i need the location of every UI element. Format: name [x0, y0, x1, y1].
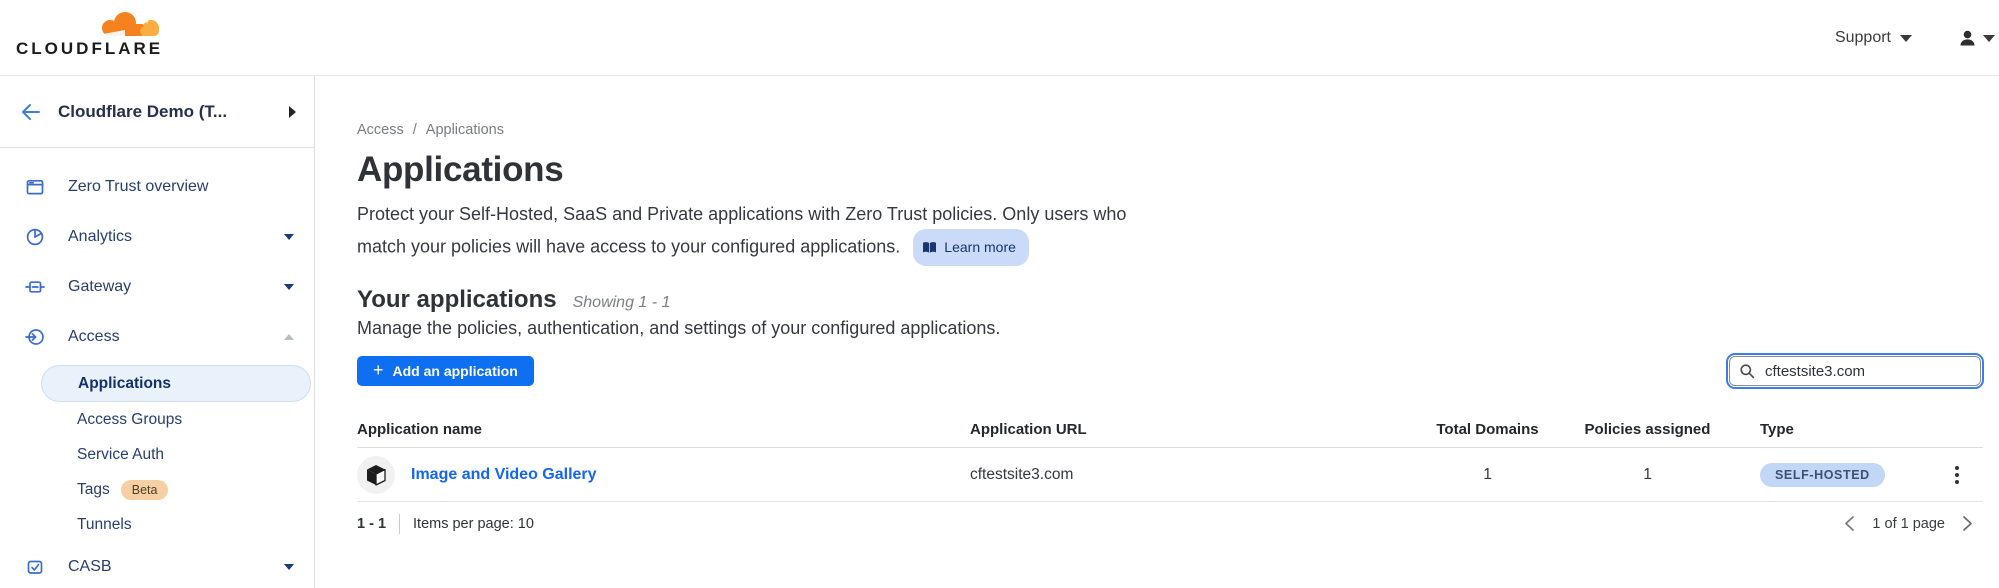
sidebar-item-label: Service Auth	[77, 446, 164, 464]
learn-more-label: Learn more	[944, 232, 1016, 262]
sidebar-item-access-groups[interactable]: Access Groups	[0, 402, 314, 437]
column-application-name: Application name	[357, 421, 970, 438]
sidebar-item-label: Applications	[78, 375, 171, 393]
account-name: Cloudflare Demo (T...	[58, 102, 289, 122]
add-application-label: Add an application	[393, 363, 518, 379]
sidebar-nav: Zero Trust overview Analytics Gateway	[0, 148, 314, 588]
sidebar-item-label: Access Groups	[77, 411, 182, 429]
items-per-page: Items per page: 10	[413, 516, 534, 532]
application-name-link[interactable]: Image and Video Gallery	[411, 466, 597, 484]
support-menu[interactable]: Support	[1835, 29, 1912, 47]
footer-divider	[399, 514, 400, 534]
description-line-2: match your policies will have access to …	[357, 236, 900, 256]
sidebar-item-casb[interactable]: CASB	[0, 542, 314, 588]
support-label: Support	[1835, 29, 1891, 47]
gateway-icon	[25, 277, 45, 297]
sidebar: Cloudflare Demo (T... Zero Trust overvie…	[0, 76, 315, 588]
plus-icon: +	[373, 361, 384, 379]
chevron-right-icon	[1962, 515, 1973, 532]
sidebar-item-tunnels[interactable]: Tunnels	[0, 507, 314, 542]
casb-icon	[25, 557, 45, 577]
section-subtext: Manage the policies, authentication, and…	[357, 318, 1983, 339]
back-arrow-icon[interactable]	[20, 101, 42, 123]
policies-assigned-cell: 1	[1545, 466, 1750, 484]
items-range: 1 - 1	[357, 516, 386, 532]
account-expand-icon[interactable]	[289, 106, 296, 118]
next-page-button[interactable]	[1960, 513, 1975, 534]
search-container	[1729, 356, 1981, 386]
sidebar-item-label: Zero Trust overview	[68, 178, 294, 196]
cloudflare-logo[interactable]: CLOUDFLARE	[16, 9, 163, 59]
breadcrumb-applications[interactable]: Applications	[426, 122, 504, 138]
table-row: Image and Video Gallery cftestsite3.com …	[357, 448, 1983, 502]
topbar: CLOUDFLARE Support	[0, 0, 1999, 76]
search-icon	[1739, 363, 1755, 379]
previous-page-button[interactable]	[1842, 513, 1857, 534]
column-total-domains: Total Domains	[1430, 421, 1545, 438]
type-badge: SELF-HOSTED	[1760, 463, 1885, 487]
section-heading: Your applications	[357, 286, 557, 314]
app-cube-icon	[366, 464, 386, 486]
chevron-down-icon	[284, 564, 294, 570]
sidebar-item-access[interactable]: Access	[0, 312, 314, 362]
breadcrumb-separator: /	[413, 122, 417, 138]
breadcrumb-access[interactable]: Access	[357, 122, 404, 138]
cloudflare-cloud-icon	[95, 9, 163, 37]
chevron-down-icon	[1983, 35, 1995, 42]
brand-wordmark: CLOUDFLARE	[16, 39, 163, 59]
page-indicator: 1 of 1 page	[1872, 516, 1945, 532]
analytics-icon	[25, 227, 45, 247]
applications-table: Application name Application URL Total D…	[357, 412, 1983, 534]
application-avatar	[357, 456, 395, 494]
application-url-cell: cftestsite3.com	[970, 466, 1430, 484]
breadcrumb: Access / Applications	[357, 122, 1983, 138]
column-application-url: Application URL	[970, 421, 1430, 438]
user-icon	[1958, 29, 1977, 48]
page-description: Protect your Self-Hosted, SaaS and Priva…	[357, 199, 1983, 266]
table-footer: 1 - 1 Items per page: 10 1 of 1 page	[357, 513, 1983, 534]
total-domains-cell: 1	[1430, 466, 1545, 484]
sidebar-item-label: Tunnels	[77, 516, 132, 534]
column-type: Type	[1750, 421, 1920, 438]
showing-count: Showing 1 - 1	[573, 294, 671, 312]
description-line-1: Protect your Self-Hosted, SaaS and Priva…	[357, 204, 1126, 224]
beta-badge: Beta	[121, 480, 169, 500]
app-window: CLOUDFLARE Support Cloudflare Demo (T...	[0, 0, 1999, 588]
main-content: Access / Applications Applications Prote…	[315, 76, 1999, 588]
chevron-down-icon	[1900, 35, 1912, 42]
sidebar-item-zero-trust-overview[interactable]: Zero Trust overview	[0, 162, 314, 212]
chevron-up-icon	[284, 334, 294, 340]
sidebar-item-gateway[interactable]: Gateway	[0, 262, 314, 312]
overview-icon	[25, 177, 45, 197]
page-title: Applications	[357, 150, 1983, 190]
sidebar-item-tags[interactable]: Tags Beta	[0, 472, 314, 507]
book-icon	[922, 241, 937, 254]
user-menu[interactable]	[1958, 29, 1995, 48]
sidebar-item-label: Analytics	[68, 228, 284, 246]
sidebar-item-label: Access	[68, 328, 284, 346]
sidebar-item-label: CASB	[68, 558, 284, 576]
chevron-left-icon	[1844, 515, 1855, 532]
toolbar: + Add an application	[357, 356, 1983, 386]
sidebar-item-analytics[interactable]: Analytics	[0, 212, 314, 262]
access-icon	[25, 327, 45, 347]
sidebar-item-service-auth[interactable]: Service Auth	[0, 437, 314, 472]
kebab-menu-icon[interactable]	[1951, 462, 1963, 488]
sidebar-item-label: Gateway	[68, 278, 284, 296]
chevron-down-icon	[284, 234, 294, 240]
sidebar-item-label: Tags	[77, 481, 110, 499]
add-application-button[interactable]: + Add an application	[357, 356, 534, 386]
learn-more-button[interactable]: Learn more	[913, 229, 1029, 266]
sidebar-item-applications[interactable]: Applications	[41, 365, 311, 402]
search-input[interactable]	[1729, 356, 1981, 386]
table-header-row: Application name Application URL Total D…	[357, 412, 1983, 448]
column-policies-assigned: Policies assigned	[1545, 421, 1750, 438]
account-switcher: Cloudflare Demo (T...	[0, 76, 314, 148]
chevron-down-icon	[284, 284, 294, 290]
